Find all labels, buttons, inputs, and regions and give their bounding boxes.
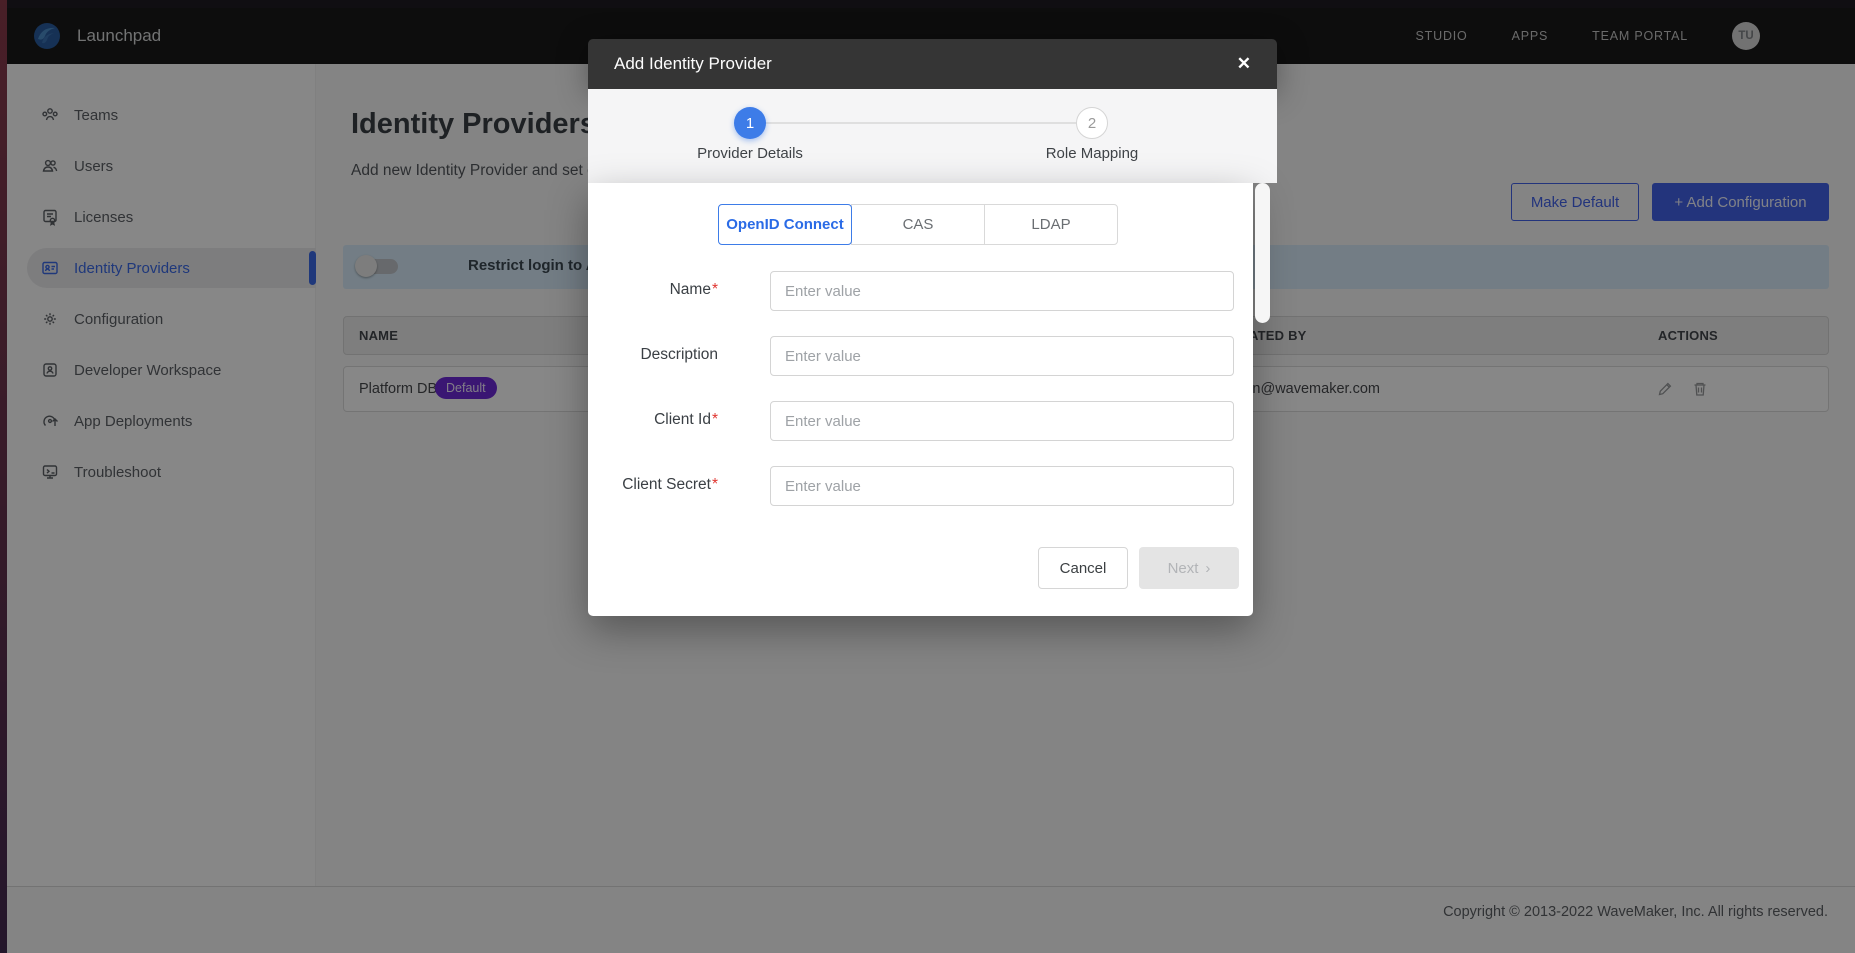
modal-title: Add Identity Provider — [614, 54, 772, 74]
stepper-connector — [766, 122, 1076, 124]
client-id-field[interactable] — [770, 401, 1234, 441]
close-icon[interactable]: ✕ — [1237, 54, 1251, 74]
name-field[interactable] — [770, 271, 1234, 311]
client-id-field-label: Client Id* — [588, 411, 718, 429]
tab-cas[interactable]: CAS — [851, 204, 985, 245]
provider-type-tabs: OpenID Connect CAS LDAP — [718, 204, 1118, 245]
step-1-label: Provider Details — [650, 145, 850, 162]
modal-body: OpenID Connect CAS LDAP Name* Descriptio… — [588, 183, 1253, 616]
wizard-stepper: 1 2 Provider Details Role Mapping — [588, 89, 1277, 183]
modal-scrollbar-thumb[interactable] — [1255, 183, 1270, 323]
next-button[interactable]: Next› — [1139, 547, 1239, 589]
name-field-label: Name* — [588, 281, 718, 299]
step-2-label: Role Mapping — [992, 145, 1192, 162]
step-1-circle: 1 — [734, 107, 766, 139]
tab-ldap[interactable]: LDAP — [984, 204, 1118, 245]
description-field-label: Description* — [588, 346, 718, 364]
description-field[interactable] — [770, 336, 1234, 376]
step-2-circle: 2 — [1076, 107, 1108, 139]
chevron-right-icon: › — [1205, 560, 1210, 577]
cancel-button[interactable]: Cancel — [1038, 547, 1128, 589]
modal-header: Add Identity Provider ✕ — [588, 39, 1277, 89]
client-secret-field-label: Client Secret* — [588, 476, 718, 494]
tab-openid-connect[interactable]: OpenID Connect — [718, 204, 852, 245]
client-secret-field[interactable] — [770, 466, 1234, 506]
